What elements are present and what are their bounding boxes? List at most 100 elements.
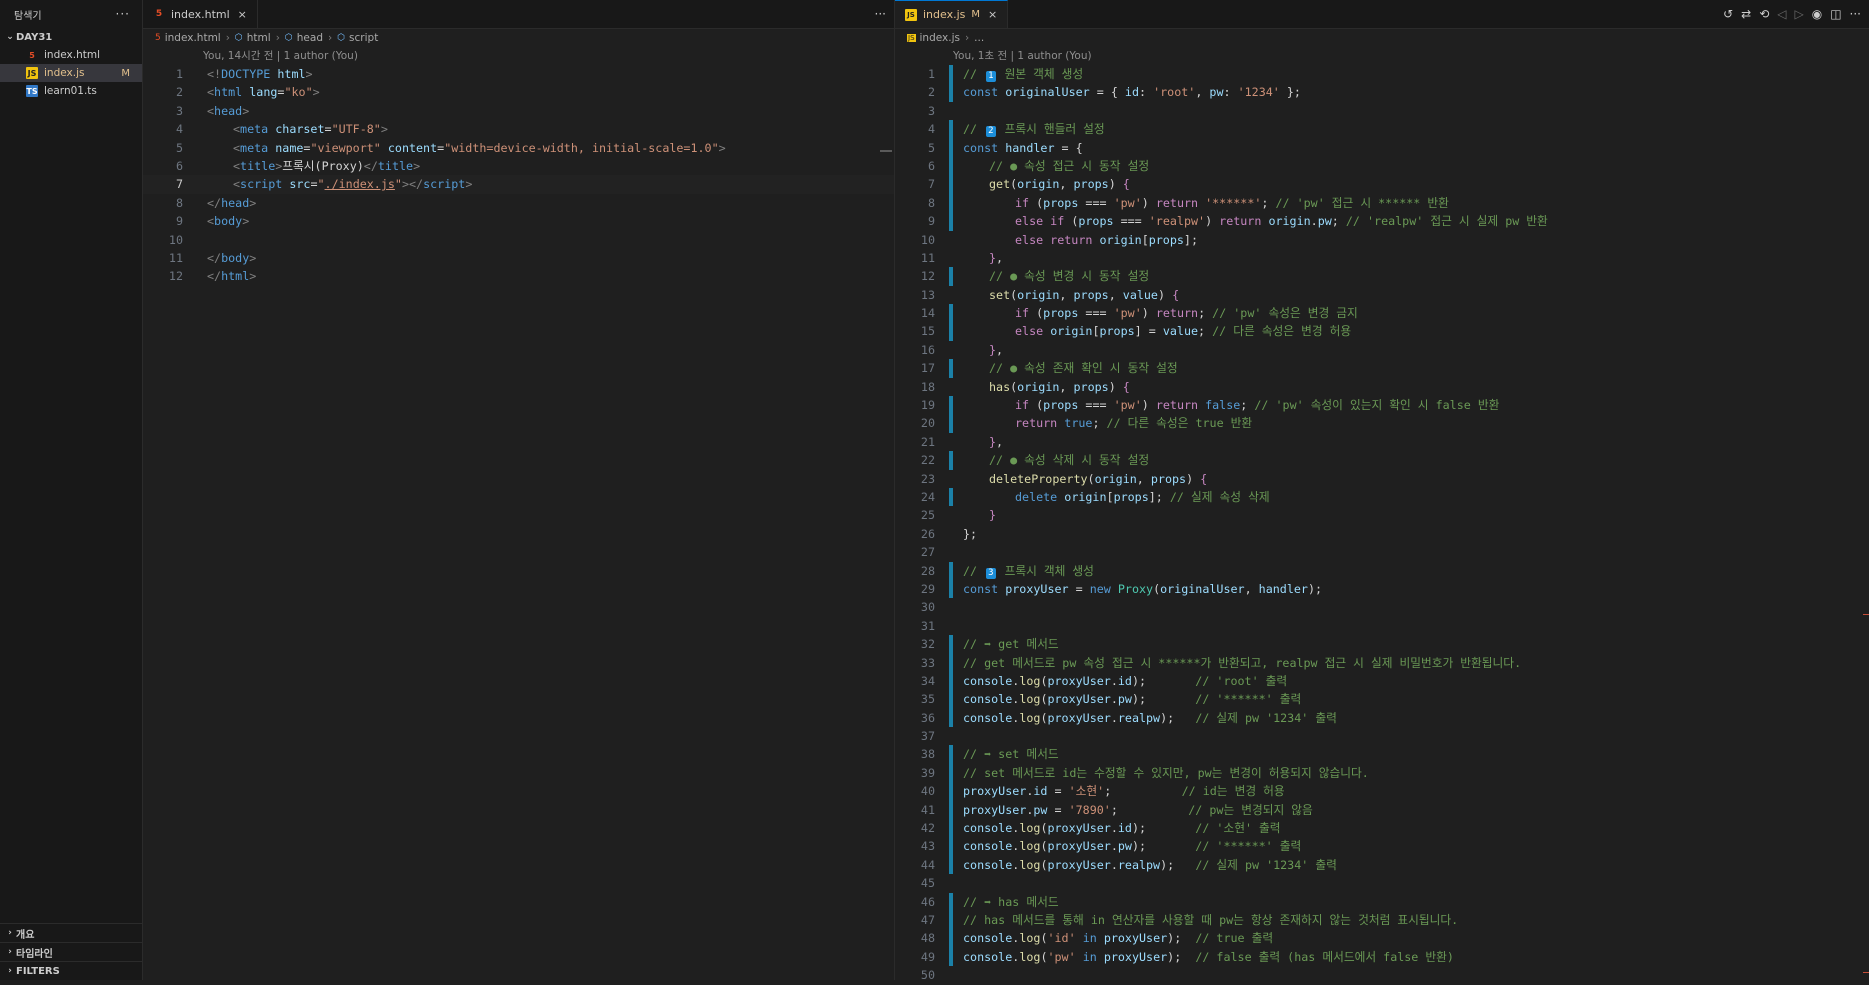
- code-line: 49 console.log('pw' in proxyUser); // fal…: [895, 947, 1869, 967]
- modified-badge: M: [121, 67, 130, 79]
- close-icon[interactable]: ×: [988, 8, 997, 21]
- code-editor-js[interactable]: 1// 1 원본 객체 생성 2 const originalUser = { i…: [895, 65, 1869, 985]
- code-line: 11 </body>: [168, 250, 257, 265]
- code-line: 33// get 메서드로 pw 속성 접근 시 ******가 반환되고, r…: [895, 653, 1869, 672]
- code-line: 10: [168, 232, 183, 247]
- modified-badge: M: [971, 9, 981, 20]
- code-line: 47// has 메서드를 통해 in 연산자를 사용할 때 pw는 항상 존재…: [895, 910, 1869, 930]
- breadcrumb-item[interactable]: index.js: [920, 32, 960, 44]
- code-line: 42 console.log(proxyUser.id); // '소현' 출력: [895, 819, 1869, 838]
- breadcrumb: 5 index.html › ⬡ html › ⬡ head › ⬡ scrip…: [143, 29, 894, 47]
- code-line: 11},: [920, 250, 1004, 265]
- element-icon: ⬡: [337, 33, 346, 43]
- code-line: 30: [920, 600, 935, 615]
- explorer-header: 탐색기 ···: [0, 0, 142, 28]
- code-line: 20 return true; // 다른 속성은 true 반환: [895, 414, 1869, 433]
- ts-file-icon: TS: [26, 85, 38, 97]
- code-line: 12// ● 속성 변경 시 동작 설정: [895, 267, 1869, 286]
- chevron-down-icon: ⌄: [6, 32, 14, 42]
- code-line: 50: [920, 968, 935, 983]
- section-timeline[interactable]: › 타임라인: [0, 942, 142, 961]
- code-line: 40 proxyUser.id = '소현'; // id는 변경 허용: [895, 782, 1869, 801]
- code-line: 3 <head>: [175, 103, 250, 118]
- code-line: 44 console.log(proxyUser.realpw); // 실제 p…: [895, 855, 1869, 875]
- scrollbar-marker: [1863, 972, 1869, 973]
- code-line: 48 console.log('id' in proxyUser); // tru…: [895, 929, 1869, 948]
- breadcrumb-item[interactable]: head: [297, 32, 323, 44]
- scrollbar-thumb[interactable]: [880, 150, 892, 152]
- js-file-icon: JS: [907, 34, 916, 42]
- chevron-right-icon: ›: [275, 32, 280, 44]
- code-line: 12 </html>: [168, 269, 257, 284]
- code-line: 4 <meta charset="UTF-8">: [175, 122, 388, 137]
- tab-label: index.js: [923, 8, 966, 21]
- breadcrumb-item[interactable]: index.html: [165, 32, 221, 44]
- code-line: 9 else if (props === 'realpw') return ori…: [895, 212, 1869, 231]
- close-icon[interactable]: ×: [238, 8, 247, 21]
- element-icon: ⬡: [284, 33, 293, 43]
- compare-changes-icon[interactable]: ⇄: [1741, 7, 1751, 21]
- code-line: 21},: [920, 434, 1004, 449]
- sidebar-bottom-sections: › 개요 › 타임라인 › FILTERS: [0, 923, 142, 980]
- revert-icon[interactable]: ⟲: [1759, 7, 1769, 21]
- history-icon[interactable]: ↺: [1723, 7, 1733, 21]
- code-line: 29 const proxyUser = new Proxy(originalUs…: [895, 579, 1869, 599]
- code-editor-html[interactable]: 1 <!DOCTYPE html> 2 <html lang="ko"> 3 <hea…: [143, 65, 894, 286]
- code-line: 38// ➡ set 메서드: [895, 745, 1869, 764]
- tab-index-js[interactable]: JS index.js M ×: [895, 0, 1009, 28]
- code-line: 9 <body>: [175, 214, 250, 229]
- file-index-js[interactable]: JS index.js M: [0, 64, 142, 82]
- code-line: 46// ➡ has 메서드: [895, 892, 1869, 911]
- breadcrumb: JS index.js › ...: [895, 29, 1869, 47]
- breadcrumb-item[interactable]: script: [349, 32, 378, 44]
- copilot-icon[interactable]: ◉: [1812, 7, 1822, 21]
- section-outline[interactable]: › 개요: [0, 923, 142, 942]
- code-line: 5 const handler = {: [895, 138, 1869, 157]
- file-index-html[interactable]: 5 index.html: [0, 46, 142, 64]
- code-line: 41 proxyUser.pw = '7890'; // pw는 변경되지 않음: [895, 800, 1869, 820]
- code-line: 26};: [920, 526, 978, 541]
- file-label: index.html: [44, 49, 100, 61]
- git-blame-lens[interactable]: You, 14시간 전 | 1 author (You): [143, 47, 894, 65]
- explorer-title: 탐색기: [14, 10, 42, 22]
- previous-change-icon[interactable]: ◁: [1777, 7, 1786, 21]
- code-line: 25}: [920, 508, 997, 523]
- editor-group-right: JS index.js M × ↺ ⇄ ⟲ ◁ ▷ ◉ ◫ ··· JS ind…: [895, 0, 1869, 982]
- code-line: 43 console.log(proxyUser.pw); // '******'…: [895, 837, 1869, 856]
- breadcrumb-item[interactable]: html: [247, 32, 271, 44]
- code-line: 37: [920, 729, 935, 744]
- js-file-icon: JS: [905, 8, 917, 21]
- split-editor-icon[interactable]: ◫: [1830, 7, 1841, 21]
- breadcrumb-item[interactable]: ...: [974, 32, 984, 44]
- file-learn01-ts[interactable]: TS learn01.ts: [0, 82, 142, 100]
- code-line: 14 if (props === 'pw') return; // 'pw' 속성…: [895, 304, 1869, 323]
- section-label: 타임라인: [16, 948, 53, 960]
- code-line: 36 console.log(proxyUser.realpw); // 실제 p…: [895, 708, 1869, 728]
- element-icon: ⬡: [234, 33, 243, 43]
- code-line: 18 has(origin, props) {: [920, 379, 1130, 394]
- section-filters[interactable]: › FILTERS: [0, 961, 142, 980]
- git-blame-lens[interactable]: You, 1초 전 | 1 author (You): [895, 47, 1869, 65]
- folder-label: DAY31: [16, 31, 53, 43]
- tab-index-html[interactable]: 5 index.html ×: [143, 0, 258, 28]
- more-actions-icon[interactable]: ···: [875, 7, 886, 21]
- more-actions-icon[interactable]: ···: [116, 7, 130, 21]
- code-line: 17// ● 속성 존재 확인 시 동작 설정: [895, 359, 1869, 378]
- code-line: 8 if (props === 'pw') return '******'; //…: [895, 193, 1869, 213]
- code-line: 24 delete origin[props]; // 실제 속성 삭제: [895, 487, 1869, 507]
- folder-day31[interactable]: ⌄ DAY31: [0, 28, 142, 46]
- file-label: learn01.ts: [44, 85, 97, 97]
- next-change-icon[interactable]: ▷: [1794, 7, 1803, 21]
- tab-bar-left: 5 index.html × ···: [143, 0, 894, 29]
- file-label: index.js: [44, 67, 85, 79]
- code-line: 15 else origin[props] = value; // 다른 속성은 …: [895, 322, 1869, 341]
- more-actions-icon[interactable]: ···: [1850, 7, 1861, 21]
- code-line: 45: [920, 876, 935, 891]
- scrollbar-marker: [1863, 614, 1869, 615]
- code-line: 7 get(origin, props) {: [895, 175, 1869, 194]
- editor-group-left: 5 index.html × ··· 5 index.html › ⬡ html…: [143, 0, 895, 980]
- code-line: 27: [920, 545, 935, 560]
- code-line: 28// 3 프록시 객체 생성: [895, 561, 1869, 580]
- tab-label: index.html: [171, 7, 230, 21]
- code-line: 35 console.log(proxyUser.pw); // '******'…: [895, 690, 1869, 709]
